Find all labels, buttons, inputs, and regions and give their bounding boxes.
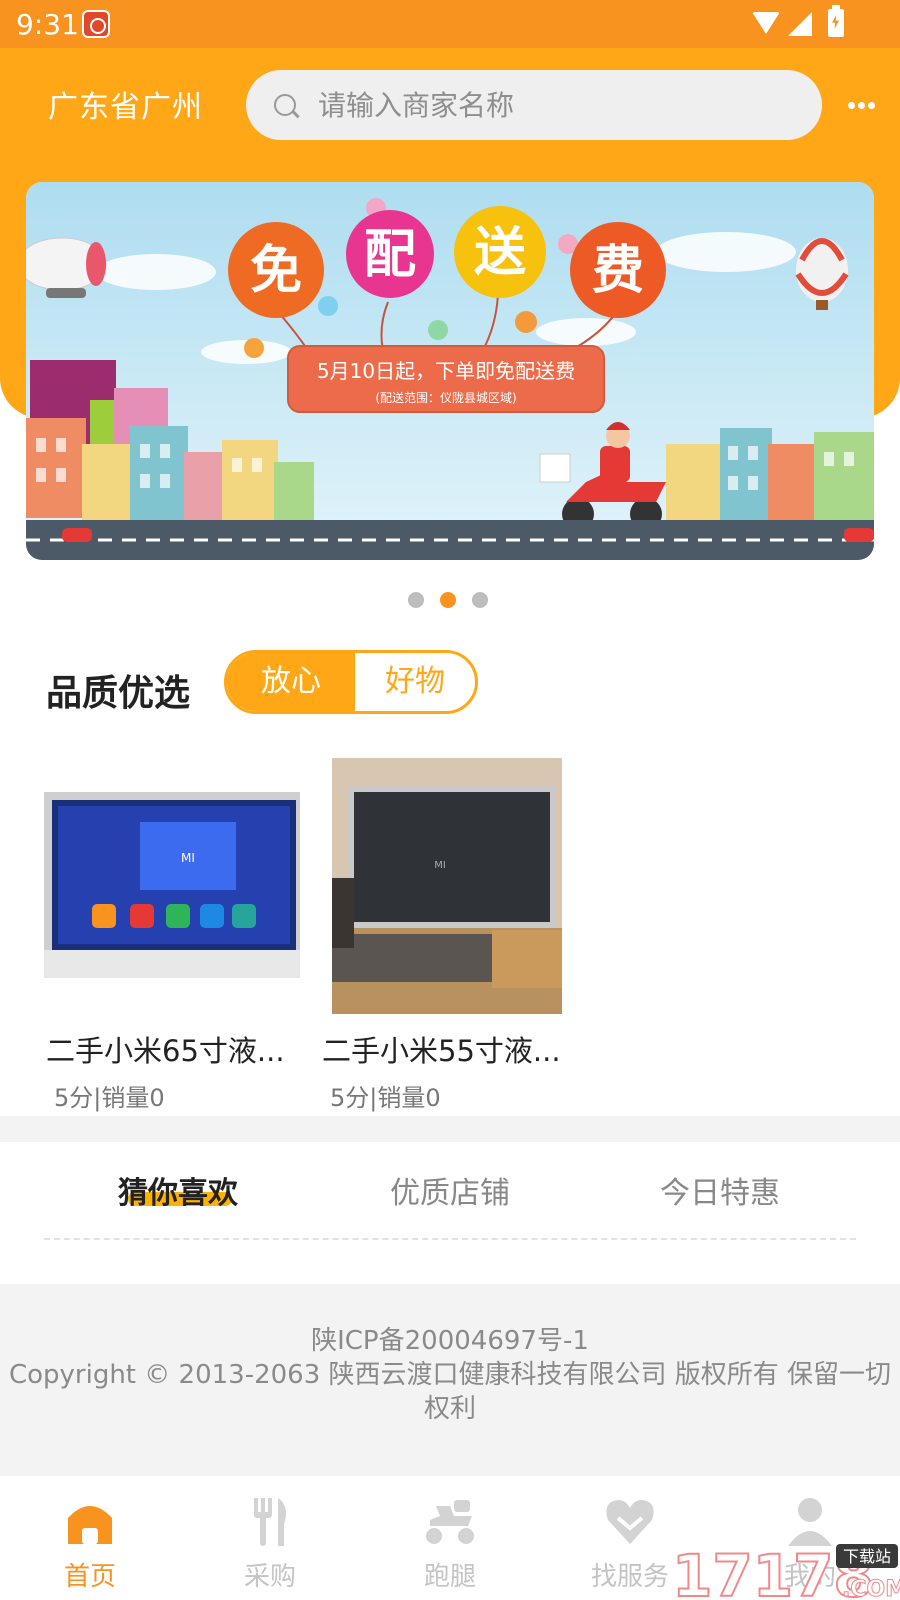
section-title: 品质优选 [46, 673, 191, 714]
promo-banner[interactable]: 免 配 送 费 5月10日起，下单即免配送费 (配送范围：仪陇县城区域) [26, 182, 874, 560]
product-name[interactable]: 二手小米65寸液... [46, 1028, 285, 1070]
svg-text:MI: MI [434, 860, 446, 871]
promo-main-text: 5月10日起，下单即免配送费 [317, 359, 575, 383]
tab-guess-you-like[interactable]: 猜你喜欢 [118, 1168, 238, 1212]
quality-toggle[interactable]: 放心 好物 [224, 650, 478, 714]
banner-dot-active[interactable] [440, 592, 456, 608]
nav-item-purchase[interactable]: 采购 [180, 1476, 360, 1600]
app-notification-icon [82, 10, 110, 38]
nav-item-errand[interactable]: 跑腿 [360, 1476, 540, 1600]
toggle-option-right[interactable]: 好物 [355, 653, 475, 711]
nav-label: 采购 [243, 1562, 296, 1592]
nav-label: 跑腿 [423, 1562, 476, 1592]
home-icon [68, 1506, 112, 1544]
status-time: 9:31 [16, 8, 79, 41]
balloon-char: 费 [592, 241, 644, 301]
balloon-char: 送 [474, 223, 526, 283]
battery-charging-icon [828, 5, 844, 37]
product-card[interactable]: MI [44, 792, 300, 978]
watermark-tag: 下载站 [843, 1547, 891, 1566]
tab-quality-shops[interactable]: 优质店铺 [390, 1168, 510, 1212]
tab-divider [44, 1238, 856, 1240]
product-meta: 5分|销量0 [54, 1084, 165, 1112]
nav-label: 首页 [63, 1562, 116, 1592]
balloon-char: 配 [364, 225, 416, 285]
heart-icon [606, 1500, 654, 1544]
signal-icon [788, 12, 812, 36]
svg-text:MI: MI [181, 851, 195, 865]
fork-knife-icon [254, 1498, 286, 1546]
search-bar[interactable] [246, 70, 822, 140]
section-divider [0, 1116, 900, 1142]
status-bar: 9:31 [0, 0, 900, 48]
product-card[interactable]: MI [332, 758, 562, 1014]
nav-item-home[interactable]: 首页 [0, 1476, 180, 1600]
icp-text[interactable]: 陕ICP备20004697号-1 [0, 1324, 900, 1358]
watermark-suffix: .COM [842, 1577, 900, 1600]
search-icon [274, 94, 296, 116]
promo-sub-text: (配送范围：仪陇县城区域) [375, 390, 516, 405]
toggle-option-left[interactable]: 放心 [227, 653, 355, 711]
footer: 陕ICP备20004697号-1 Copyright © 2013-2063 陕… [0, 1284, 900, 1476]
scooter-icon [426, 1500, 474, 1544]
site-watermark: 17178 下载站 .COM [671, 1536, 900, 1600]
copyright-text: Copyright © 2013-2063 陕西云渡口健康科技有限公司 版权所有… [8, 1360, 892, 1424]
wifi-icon [752, 12, 780, 34]
search-input[interactable] [318, 70, 798, 140]
tab-today-deals[interactable]: 今日特惠 [660, 1168, 780, 1212]
product-image: MI [332, 758, 562, 1014]
banner-dot[interactable] [472, 592, 488, 608]
banner-dot[interactable] [408, 592, 424, 608]
product-meta: 5分|销量0 [330, 1084, 441, 1112]
more-icon[interactable] [848, 94, 878, 109]
location-selector[interactable]: 广东省广州 [48, 82, 203, 126]
product-image: MI [44, 792, 300, 978]
product-name[interactable]: 二手小米55寸液... [322, 1028, 561, 1070]
balloon-char: 免 [250, 241, 302, 301]
